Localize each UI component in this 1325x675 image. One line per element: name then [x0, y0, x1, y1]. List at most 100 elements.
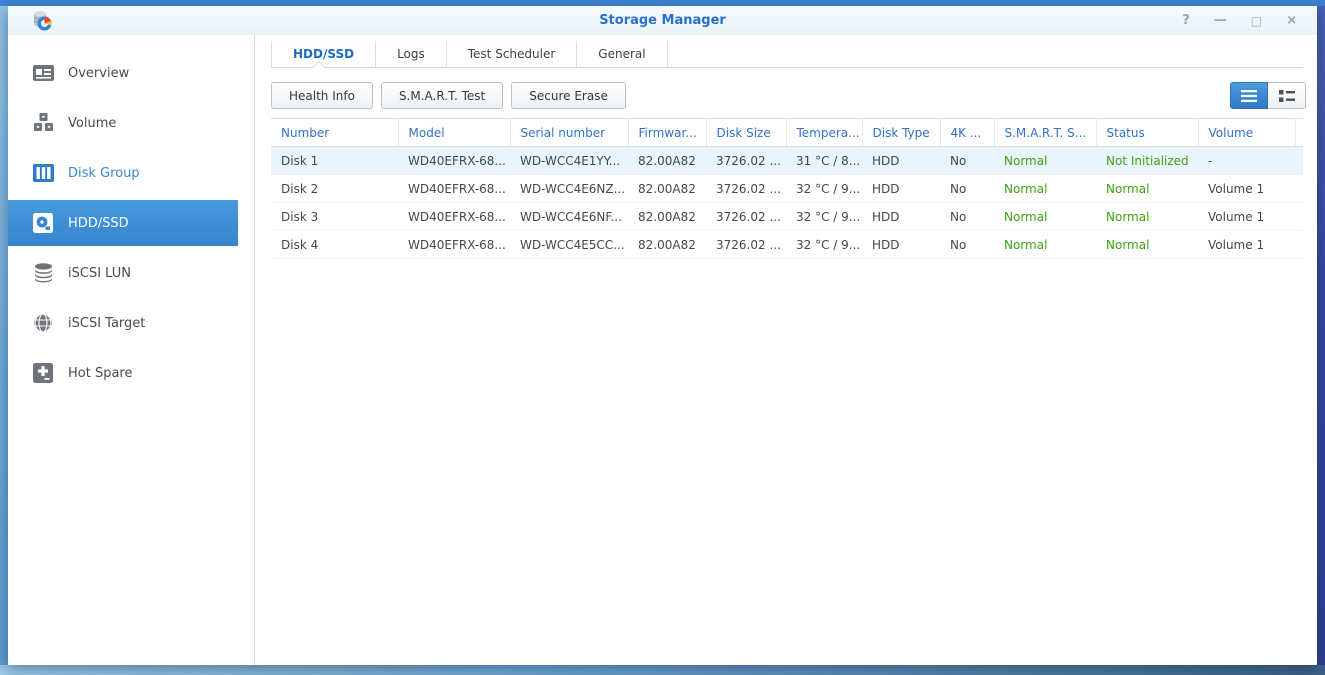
window-title: Storage Manager	[599, 13, 726, 28]
iscsi-target-icon	[32, 312, 54, 334]
cell-4k: No	[940, 146, 994, 175]
sidebar-item-iscsi-target[interactable]: iSCSI Target	[8, 298, 254, 348]
toolbar: Health Info S.M.A.R.T. Test Secure Erase	[271, 82, 626, 109]
cell-disk-size: 3726.02 ...	[706, 202, 786, 231]
col-number[interactable]: Number	[271, 118, 399, 147]
smart-test-button[interactable]: S.M.A.R.T. Test	[380, 82, 504, 109]
health-info-button[interactable]: Health Info	[271, 82, 373, 109]
cell-status: Normal	[1096, 230, 1198, 259]
tab-general[interactable]: General	[577, 41, 668, 68]
list-view-button[interactable]	[1230, 82, 1268, 109]
cell-temperature: 32 °C / 9...	[786, 230, 862, 259]
detail-view-button[interactable]	[1268, 82, 1306, 109]
table-header-row: Number Model Serial number Firmwar... Di…	[271, 118, 1303, 147]
table-row-disk-2[interactable]: Disk 2 WD40EFRX-68... WD-WCC4E6NZ... 82.…	[271, 174, 1303, 203]
cell-volume: -	[1198, 146, 1295, 175]
cell-smart-status: Normal	[994, 202, 1096, 231]
sidebar-item-label: Disk Group	[68, 165, 140, 181]
col-status[interactable]: Status	[1096, 118, 1199, 147]
cell-model: WD40EFRX-68...	[398, 174, 510, 203]
volume-icon	[32, 112, 54, 134]
view-toggle	[1230, 82, 1306, 109]
help-icon[interactable]: ?	[1182, 14, 1190, 27]
cell-disk-type: HDD	[862, 202, 940, 231]
cell-disk-size: 3726.02 ...	[706, 146, 786, 175]
sidebar-item-label: Volume	[68, 115, 117, 131]
cell-disk-type: HDD	[862, 146, 940, 175]
cell-4k: No	[940, 202, 994, 231]
cell-temperature: 32 °C / 9...	[786, 174, 862, 203]
cell-volume: Volume 1	[1198, 202, 1295, 231]
col-firmware[interactable]: Firmwar...	[628, 118, 707, 147]
col-serial[interactable]: Serial number	[510, 118, 629, 147]
cell-4k: No	[940, 174, 994, 203]
cell-firmware: 82.00A82	[628, 146, 706, 175]
cell-disk-type: HDD	[862, 174, 940, 203]
cell-temperature: 31 °C / 8...	[786, 146, 862, 175]
cell-model: WD40EFRX-68...	[398, 202, 510, 231]
sidebar-item-hdd-ssd[interactable]: HDD/SSD	[8, 200, 238, 246]
detail-view-icon	[1278, 89, 1295, 102]
cell-disk-type: HDD	[862, 230, 940, 259]
sidebar-item-label: Hot Spare	[68, 365, 133, 381]
col-disk-type[interactable]: Disk Type	[862, 118, 941, 147]
cell-volume: Volume 1	[1198, 174, 1295, 203]
sidebar: Overview Volume Disk Group HDD/SSD iSCSI	[8, 35, 255, 665]
cell-4k: No	[940, 230, 994, 259]
col-model[interactable]: Model	[398, 118, 511, 147]
sidebar-item-volume[interactable]: Volume	[8, 98, 254, 148]
col-smart-status[interactable]: S.M.A.R.T. S...	[994, 118, 1097, 147]
cell-firmware: 82.00A82	[628, 202, 706, 231]
sidebar-item-label: iSCSI Target	[68, 315, 146, 331]
cell-number: Disk 2	[271, 174, 398, 203]
sidebar-item-overview[interactable]: Overview	[8, 48, 254, 98]
overview-icon	[32, 62, 54, 84]
tab-notch	[313, 62, 325, 68]
storage-manager-window: Storage Manager ? — □ × Overview Volume …	[8, 6, 1317, 665]
minimize-icon[interactable]: —	[1214, 14, 1227, 27]
col-disk-size[interactable]: Disk Size	[706, 118, 787, 147]
disk-group-icon	[32, 162, 54, 184]
cell-status: Normal	[1096, 174, 1198, 203]
col-volume[interactable]: Volume	[1198, 118, 1296, 147]
cell-number: Disk 1	[271, 146, 398, 175]
cell-model: WD40EFRX-68...	[398, 230, 510, 259]
cell-smart-status: Normal	[994, 146, 1096, 175]
col-filler	[1295, 118, 1303, 147]
cell-serial: WD-WCC4E6NZ...	[510, 174, 628, 203]
col-temperature[interactable]: Tempera...	[786, 118, 863, 147]
tab-test-scheduler[interactable]: Test Scheduler	[446, 41, 578, 68]
cell-disk-size: 3726.02 ...	[706, 230, 786, 259]
cell-serial: WD-WCC4E5CC...	[510, 230, 628, 259]
cell-status: Not Initialized	[1096, 146, 1198, 175]
cell-number: Disk 3	[271, 202, 398, 231]
table-row-disk-1[interactable]: Disk 1 WD40EFRX-68... WD-WCC4E1YY... 82.…	[271, 146, 1303, 175]
cell-smart-status: Normal	[994, 230, 1096, 259]
col-4k[interactable]: 4K ...	[940, 118, 995, 147]
cell-temperature: 32 °C / 9...	[786, 202, 862, 231]
desktop-left-strip	[0, 6, 8, 675]
sidebar-item-hot-spare[interactable]: Hot Spare	[8, 348, 254, 398]
desktop-bottom-strip	[0, 665, 1325, 675]
sidebar-item-iscsi-lun[interactable]: iSCSI LUN	[8, 248, 254, 298]
maximize-icon[interactable]: □	[1251, 15, 1262, 27]
close-icon[interactable]: ×	[1286, 14, 1297, 27]
disk-table: Number Model Serial number Firmwar... Di…	[271, 118, 1303, 259]
secure-erase-button[interactable]: Secure Erase	[511, 82, 626, 109]
hdd-ssd-icon	[32, 212, 54, 234]
cell-firmware: 82.00A82	[628, 230, 706, 259]
table-row-disk-3[interactable]: Disk 3 WD40EFRX-68... WD-WCC4E6NF... 82.…	[271, 202, 1303, 231]
table-row-disk-4[interactable]: Disk 4 WD40EFRX-68... WD-WCC4E5CC... 82.…	[271, 230, 1303, 259]
cell-disk-size: 3726.02 ...	[706, 174, 786, 203]
cell-serial: WD-WCC4E6NF...	[510, 202, 628, 231]
titlebar[interactable]: Storage Manager ? — □ ×	[8, 6, 1317, 35]
sidebar-item-label: iSCSI LUN	[68, 265, 131, 281]
tab-logs[interactable]: Logs	[376, 41, 447, 68]
cell-serial: WD-WCC4E1YY...	[510, 146, 628, 175]
cell-firmware: 82.00A82	[628, 174, 706, 203]
sidebar-item-disk-group[interactable]: Disk Group	[8, 148, 254, 198]
list-view-icon	[1241, 89, 1257, 102]
cell-status: Normal	[1096, 202, 1198, 231]
sidebar-item-label: Overview	[68, 65, 130, 81]
cell-number: Disk 4	[271, 230, 398, 259]
